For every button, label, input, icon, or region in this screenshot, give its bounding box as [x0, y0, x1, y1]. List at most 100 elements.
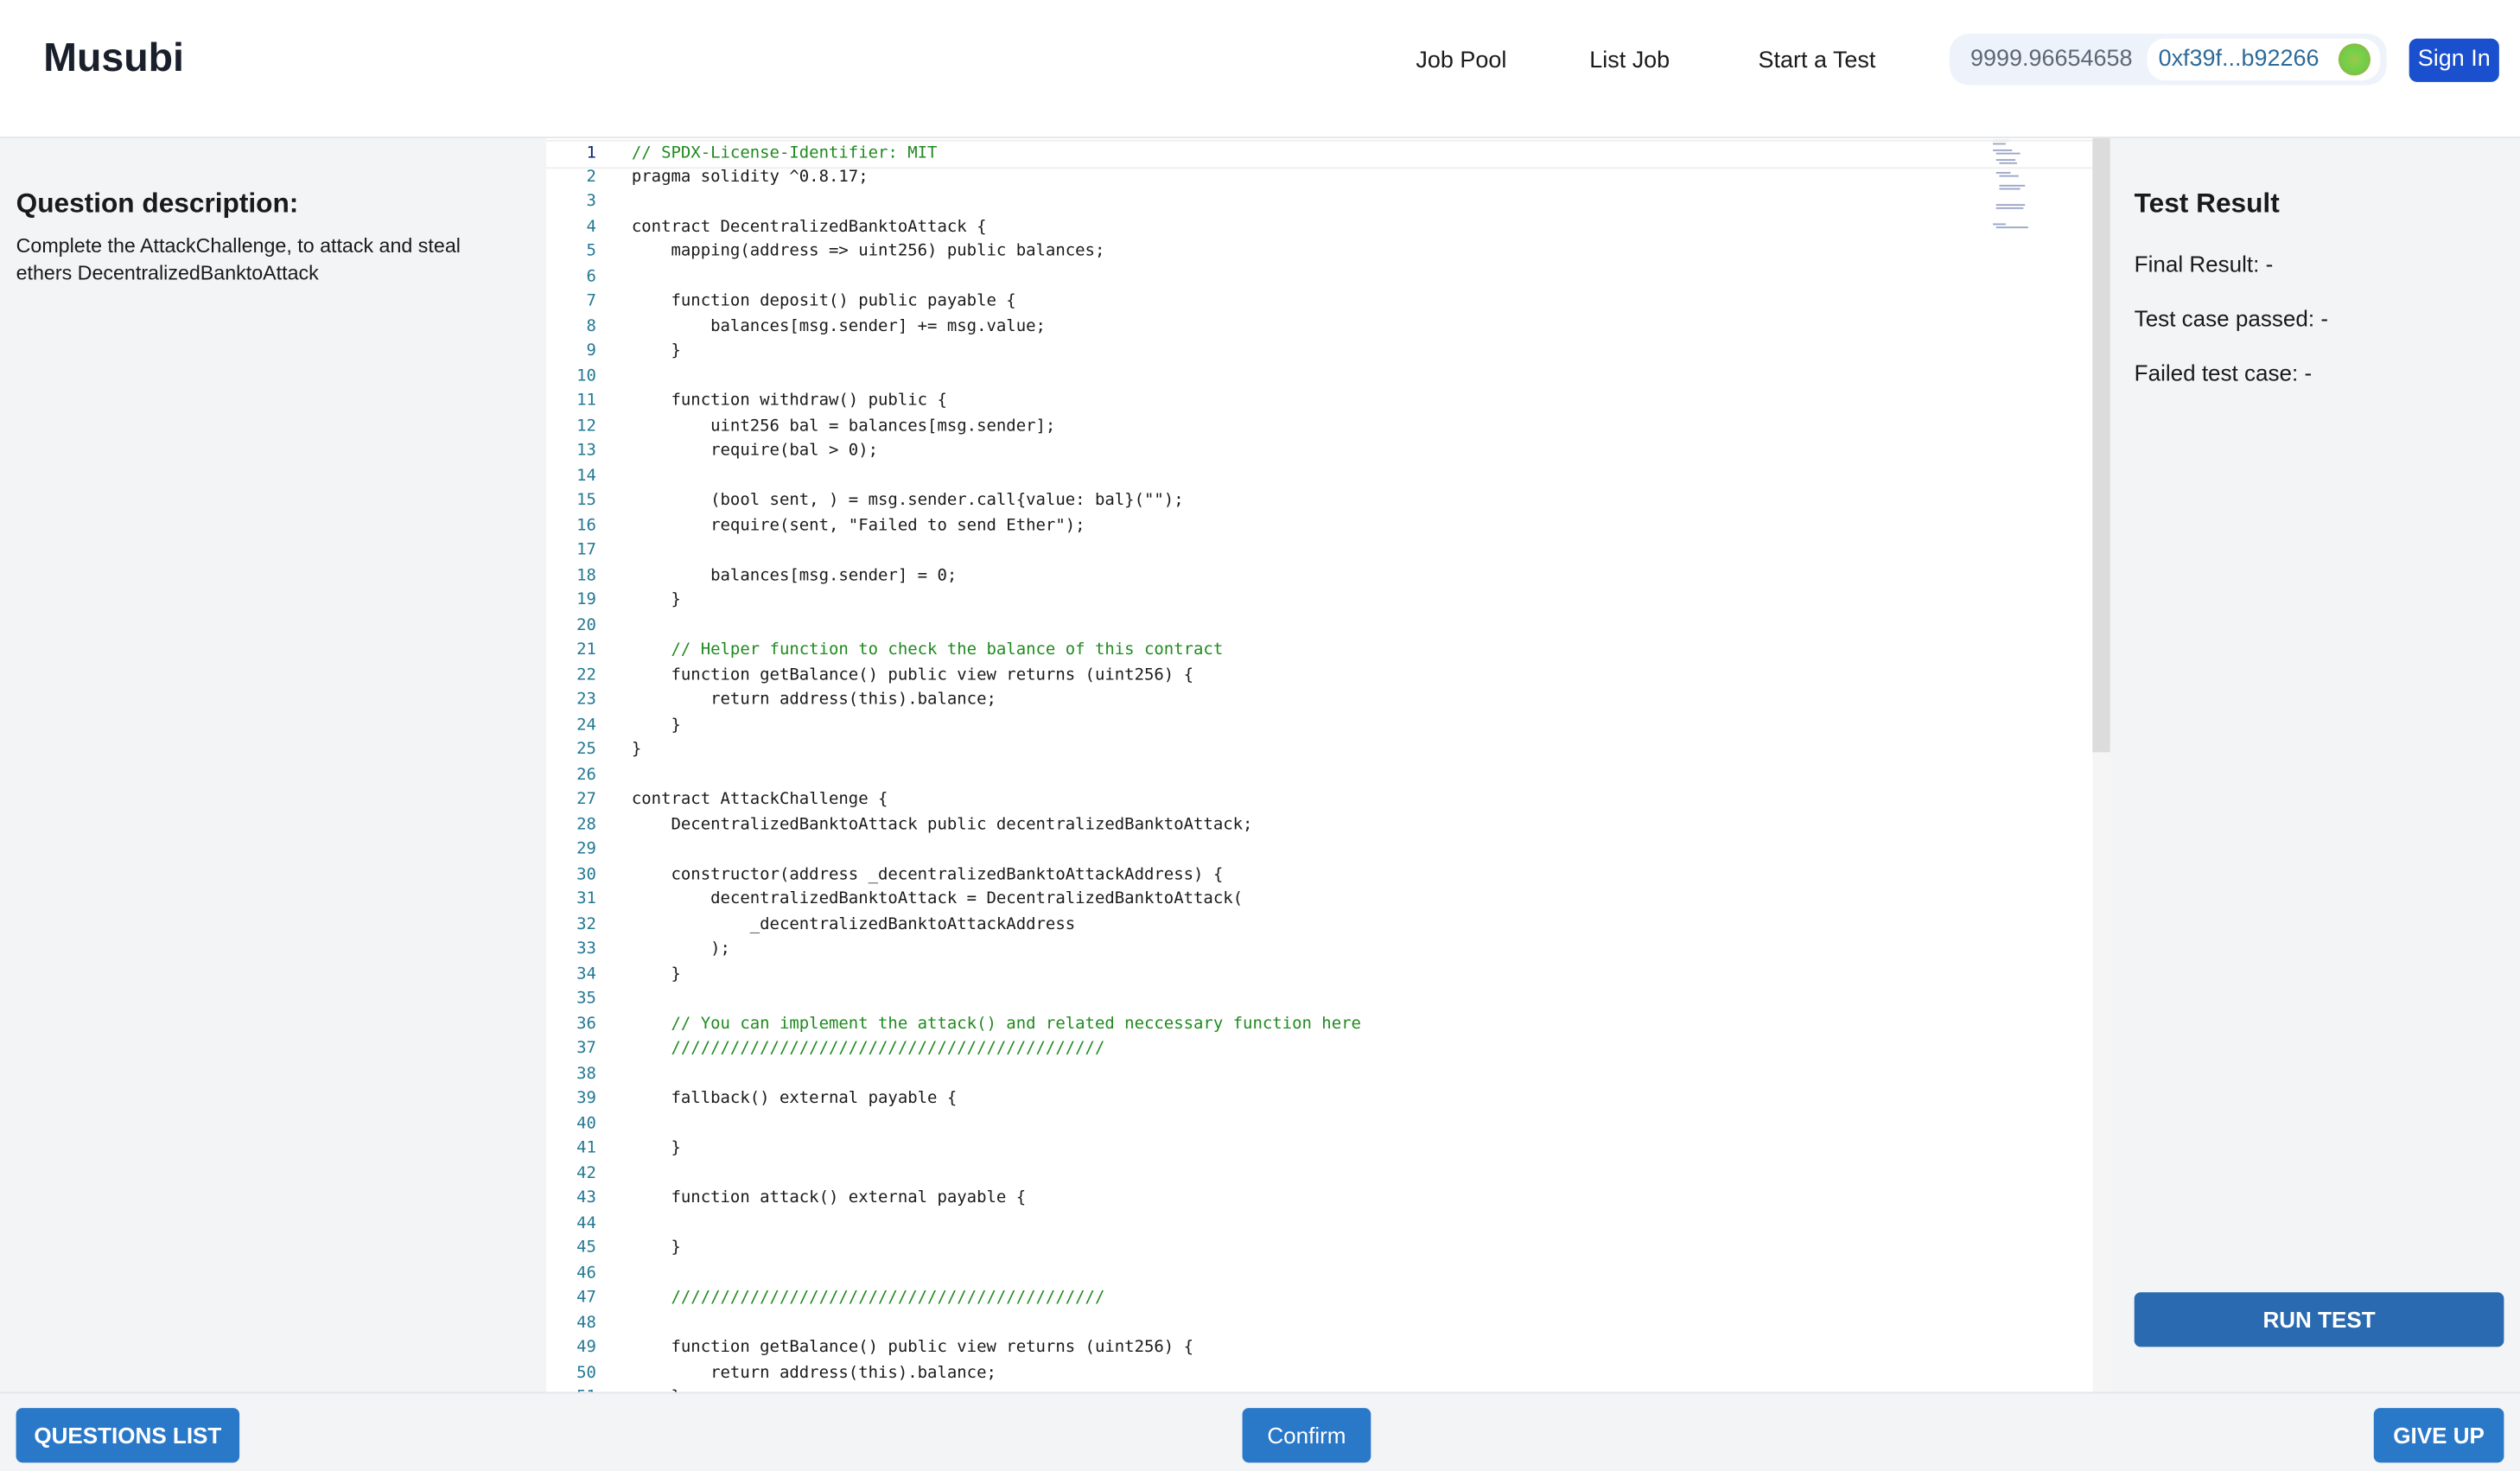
line-number: 46 [576, 1264, 596, 1283]
code-line[interactable]: 28 DecentralizedBanktoAttack public dece… [546, 812, 2092, 837]
code-line[interactable]: 43 function attack() external payable { [546, 1186, 2092, 1211]
code-line[interactable]: 47 /////////////////////////////////////… [546, 1286, 2092, 1311]
line-number: 22 [576, 665, 596, 685]
code-line[interactable]: 1 // SPDX-License-Identifier: MIT [546, 139, 2093, 169]
code-line[interactable]: 8 balances[msg.sender] += msg.value; [546, 315, 2092, 340]
code-line[interactable]: 25} [546, 738, 2092, 763]
wallet-address-button[interactable]: 0xf39f...b92266 [2147, 38, 2381, 80]
code-line[interactable]: 26 [546, 762, 2092, 787]
code-line[interactable]: 41 } [546, 1137, 2092, 1162]
line-number: 28 [576, 815, 596, 834]
code-text: } [631, 1239, 681, 1258]
code-text: balances[msg.sender] = 0; [631, 566, 958, 585]
code-line[interactable]: 12 uint256 bal = balances[msg.sender]; [546, 414, 2092, 439]
code-line[interactable]: 9 } [546, 339, 2092, 364]
code-line[interactable]: 14 [546, 464, 2092, 489]
code-line[interactable]: 48 [546, 1311, 2092, 1336]
code-line[interactable]: 51 } [546, 1385, 2092, 1392]
wallet-widget[interactable]: 9999.96654658 0xf39f...b92266 [1949, 34, 2387, 86]
code-editor[interactable]: 1 // SPDX-License-Identifier: MIT 2 pragma … [546, 137, 2093, 1392]
run-test-button[interactable]: RUN TEST [2134, 1292, 2504, 1347]
code-line[interactable]: 42 [546, 1162, 2092, 1187]
code-line[interactable]: 27 contract AttackChallenge { [546, 787, 2092, 812]
nav-start-test[interactable]: Start a Test [1759, 48, 1876, 74]
line-number: 8 [586, 317, 596, 335]
line-number: 36 [576, 1015, 596, 1033]
code-line[interactable]: 3 [546, 189, 2092, 214]
code-line[interactable]: 29 [546, 837, 2092, 863]
nav-job-pool[interactable]: Job Pool [1416, 48, 1506, 74]
wallet-avatar-icon [2338, 43, 2371, 76]
code-line[interactable]: 10 [546, 364, 2092, 389]
code-line[interactable]: 35 [546, 987, 2092, 1012]
code-line[interactable]: 16 require(sent, "Failed to send Ether")… [546, 513, 2092, 538]
code-line[interactable]: 38 [546, 1061, 2092, 1086]
code-line[interactable]: 36 // You can implement the attack() and… [546, 1012, 2092, 1037]
line-number: 26 [576, 766, 596, 784]
code-text: } [631, 591, 681, 609]
confirm-button[interactable]: Confirm [1242, 1408, 1371, 1463]
code-text: } [631, 965, 681, 984]
code-line[interactable]: 31 decentralizedBanktoAttack = Decentral… [546, 888, 2092, 913]
code-line[interactable]: 23 return address(this).balance; [546, 688, 2092, 713]
line-number: 5 [586, 242, 596, 261]
sign-in-button[interactable]: Sign In [2409, 38, 2499, 82]
code-line[interactable]: 22 function getBalance() public view ret… [546, 663, 2092, 688]
code-text: ); [631, 939, 730, 958]
line-number: 43 [576, 1189, 596, 1207]
line-number: 40 [576, 1114, 596, 1133]
code-line[interactable]: 39 fallback() external payable { [546, 1086, 2092, 1111]
code-text: function attack() external payable { [631, 1189, 1027, 1207]
line-number: 17 [576, 541, 596, 560]
code-line[interactable]: 17 [546, 538, 2092, 564]
code-line[interactable]: 33 ); [546, 937, 2092, 962]
code-line[interactable]: 5 mapping(address => uint256) public bal… [546, 239, 2092, 264]
code-line[interactable]: 24 } [546, 713, 2092, 738]
line-number: 44 [576, 1214, 596, 1232]
code-line[interactable]: 30 constructor(address _decentralizedBan… [546, 863, 2092, 888]
line-number: 49 [576, 1339, 596, 1357]
footer-bar: QUESTIONS LIST Confirm GIVE UP [0, 1391, 2520, 1471]
code-line[interactable]: 44 [546, 1211, 2092, 1236]
line-number: 27 [576, 790, 596, 809]
scrollbar-thumb[interactable] [2092, 137, 2110, 753]
code-line[interactable]: 46 [546, 1261, 2092, 1286]
code-line[interactable]: 21 // Helper function to check the balan… [546, 638, 2092, 663]
code-line[interactable]: 11 function withdraw() public { [546, 389, 2092, 414]
editor-scrollbar[interactable] [2092, 137, 2110, 1392]
code-text: pragma solidity ^0.8.17; [631, 168, 869, 186]
code-line[interactable]: 15 (bool sent, ) = msg.sender.call{value… [546, 488, 2092, 513]
code-line[interactable]: 40 [546, 1111, 2092, 1137]
logo[interactable]: Musubi [43, 35, 184, 82]
code-text: require(bal > 0); [631, 442, 879, 460]
code-text: function deposit() public payable { [631, 292, 1016, 310]
code-line[interactable]: 6 [546, 264, 2092, 290]
line-number: 12 [576, 417, 596, 436]
code-line[interactable]: 45 } [546, 1236, 2092, 1261]
code-text: function withdraw() public { [631, 392, 947, 411]
code-line[interactable]: 32 _decentralizedBanktoAttackAddress [546, 912, 2092, 937]
give-up-button[interactable]: GIVE UP [2373, 1408, 2504, 1463]
code-line[interactable]: 19 } [546, 589, 2092, 614]
nav-list-job[interactable]: List Job [1589, 48, 1670, 74]
code-line[interactable]: 20 [546, 613, 2092, 638]
questions-list-button[interactable]: QUESTIONS LIST [16, 1408, 240, 1463]
code-line[interactable]: 37 /////////////////////////////////////… [546, 1037, 2092, 1062]
code-line[interactable]: 4 contract DecentralizedBanktoAttack { [546, 214, 2092, 239]
test-case-passed: Test case passed: - [2134, 305, 2329, 332]
code-line[interactable]: 2 pragma solidity ^0.8.17; [546, 165, 2092, 190]
code-line[interactable]: 7 function deposit() public payable { [546, 290, 2092, 315]
line-number: 50 [576, 1363, 596, 1382]
code-line[interactable]: 18 balances[msg.sender] = 0; [546, 564, 2092, 589]
code-text: } [632, 1385, 680, 1392]
test-result-panel: Test Result Final Result: - Test case pa… [2110, 137, 2520, 1392]
code-line[interactable]: 49 function getBalance() public view ret… [546, 1335, 2092, 1360]
code-line[interactable]: 34 } [546, 962, 2092, 987]
line-number: 34 [576, 965, 596, 984]
code-text: contract AttackChallenge { [631, 790, 888, 809]
line-number: 3 [586, 193, 596, 211]
code-line[interactable]: 50 return address(this).balance; [546, 1360, 2092, 1385]
code-line[interactable]: 13 require(bal > 0); [546, 439, 2092, 464]
question-title: Question description: [16, 188, 299, 219]
code-text: (bool sent, ) = msg.sender.call{value: b… [631, 492, 1184, 510]
